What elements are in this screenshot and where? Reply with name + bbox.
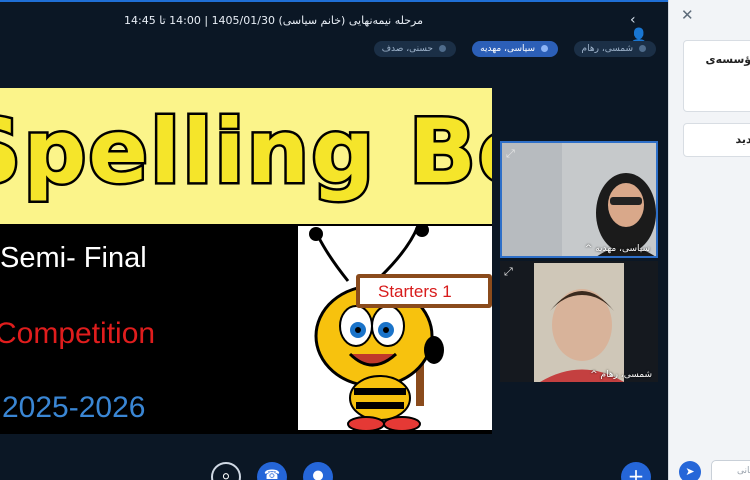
- phone-icon[interactable]: ☎: [257, 462, 287, 480]
- teacher-video-feed: [502, 143, 656, 256]
- card-title: ردید: [735, 133, 750, 146]
- user-icon[interactable]: ‹ 👤: [630, 12, 654, 44]
- slide-year: 2025-2026: [2, 391, 146, 424]
- sidebar-card[interactable]: مؤسسه‌ی: [683, 40, 750, 112]
- presentation-slide: Spelling Bee Semi- Final Competition 202…: [0, 88, 492, 434]
- video-label: شمسی، رهام ^: [590, 370, 652, 380]
- participant-name: سیاسی، مهدیه: [480, 44, 535, 54]
- participant-name: حسنی، صدف: [381, 44, 433, 54]
- participant-chips: شمسی، رهام سیاسی، مهدیه حسنی، صدف: [0, 41, 668, 57]
- participant-chip[interactable]: حسنی، صدف: [373, 41, 456, 57]
- video-tile-student[interactable]: ⤢ شمسی، رهام ^: [500, 261, 658, 382]
- sidebar-panel: ✕ مؤسسه‌ی ردید ➤ گانی: [668, 0, 750, 480]
- slide-subtitle: Semi- Final: [0, 242, 147, 274]
- expand-icon[interactable]: ⤢: [506, 147, 515, 161]
- close-icon[interactable]: ✕: [681, 6, 694, 24]
- chat-input[interactable]: گانی: [711, 460, 750, 480]
- microphone-icon: [541, 45, 548, 52]
- video-label: سیاسی، مهدیه ^: [584, 244, 650, 254]
- expand-icon[interactable]: ⤢: [504, 265, 513, 279]
- sidebar-card[interactable]: ردید: [683, 123, 750, 157]
- student-video-feed: [500, 261, 658, 382]
- microphone-icon[interactable]: ●: [303, 462, 333, 480]
- starters-sign: Starters 1: [356, 274, 492, 308]
- meeting-area: مرحله نیمه‌نهایی (خانم سیاسی) 1405/01/30…: [0, 0, 668, 480]
- send-icon[interactable]: ➤: [679, 461, 701, 480]
- plus-icon[interactable]: +: [621, 462, 651, 480]
- participant-chip-talking[interactable]: سیاسی، مهدیه: [472, 41, 558, 57]
- banner-title: Spelling Bee: [0, 98, 492, 206]
- bee-drawing: [309, 226, 444, 430]
- slide-competition-text: Competition: [0, 317, 156, 350]
- sign-label: Starters 1: [378, 282, 452, 301]
- card-title: مؤسسه‌ی: [705, 53, 750, 66]
- video-tile-teacher[interactable]: ⤢ سیاسی، مهدیه ^: [500, 141, 658, 258]
- participant-name: شمسی، رهام: [581, 44, 633, 54]
- participant-chip[interactable]: شمسی، رهام: [573, 41, 656, 57]
- bee-illustration: Starters 1: [298, 226, 492, 430]
- slide-banner: Spelling Bee: [0, 88, 492, 224]
- camera-off-icon[interactable]: ⚪: [211, 462, 241, 480]
- meeting-title: مرحله نیمه‌نهایی (خانم سیاسی) 1405/01/30…: [124, 14, 423, 27]
- top-bar: مرحله نیمه‌نهایی (خانم سیاسی) 1405/01/30…: [0, 2, 668, 44]
- status-dot: [639, 45, 646, 52]
- status-dot: [439, 45, 446, 52]
